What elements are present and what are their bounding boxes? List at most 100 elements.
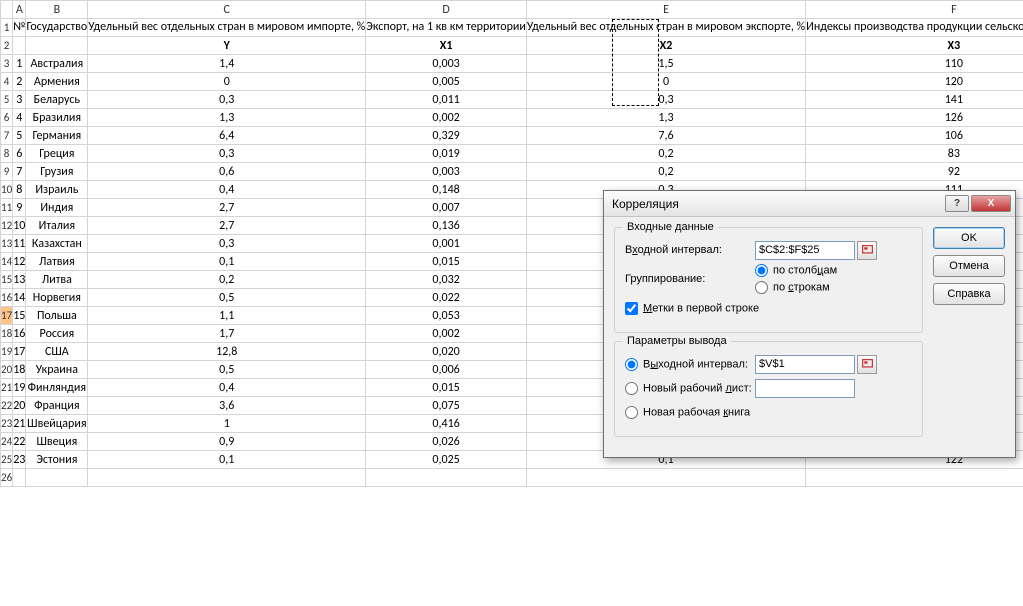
cell-x1[interactable]: 0,148 (366, 181, 527, 199)
column-header-A[interactable]: A (13, 1, 26, 19)
help-button[interactable]: Справка (933, 283, 1005, 305)
cell-num[interactable]: 18 (13, 361, 26, 379)
cell-x1[interactable]: 0,019 (366, 145, 527, 163)
by-columns-radio[interactable]: по столбцам (755, 264, 837, 277)
cell-y[interactable]: 0 (88, 73, 366, 91)
var-x2[interactable]: X2 (526, 37, 805, 55)
cell-y[interactable]: 2,7 (88, 217, 366, 235)
row-header-13[interactable]: 13 (1, 235, 13, 253)
dialog-titlebar[interactable]: Корреляция ? X (604, 191, 1015, 217)
cell-country[interactable]: Финляндия (26, 379, 88, 397)
cell-num[interactable]: 22 (13, 433, 26, 451)
cell-country[interactable]: Литва (26, 271, 88, 289)
cell-x3[interactable]: 92 (806, 163, 1023, 181)
cell-x2[interactable]: 1,5 (526, 55, 805, 73)
cell[interactable] (26, 37, 88, 55)
cell-y[interactable]: 0,3 (88, 145, 366, 163)
cell-country[interactable]: Польша (26, 307, 88, 325)
row-header-14[interactable]: 14 (1, 253, 13, 271)
cell-country[interactable]: Швеция (26, 433, 88, 451)
column-header-C[interactable]: C (88, 1, 366, 19)
cell-x3[interactable]: 106 (806, 127, 1023, 145)
cell-country[interactable]: США (26, 343, 88, 361)
ok-button[interactable]: OK (933, 227, 1005, 249)
cell-x2[interactable]: 0 (526, 73, 805, 91)
output-range-ref-button[interactable] (857, 355, 877, 374)
row-header-20[interactable]: 20 (1, 361, 13, 379)
output-range-field[interactable] (755, 355, 855, 374)
cell-num[interactable]: 17 (13, 343, 26, 361)
row-header-18[interactable]: 18 (1, 325, 13, 343)
cell-country[interactable]: Германия (26, 127, 88, 145)
cell-y[interactable]: 0,3 (88, 91, 366, 109)
cell-x1[interactable]: 0,025 (366, 451, 527, 469)
empty-cell[interactable] (366, 469, 527, 487)
cell-num[interactable]: 11 (13, 235, 26, 253)
cell-y[interactable]: 1,1 (88, 307, 366, 325)
cell-y[interactable]: 0,4 (88, 379, 366, 397)
row-header-7[interactable]: 7 (1, 127, 13, 145)
cell-x2[interactable]: 0,3 (526, 91, 805, 109)
select-all-corner[interactable] (1, 1, 13, 19)
cell-x1[interactable]: 0,032 (366, 271, 527, 289)
cell-num[interactable]: 13 (13, 271, 26, 289)
cell-x2[interactable]: 1,3 (526, 109, 805, 127)
cell-y[interactable]: 12,8 (88, 343, 366, 361)
cell-y[interactable]: 0,1 (88, 253, 366, 271)
input-range-ref-button[interactable] (857, 241, 877, 260)
column-header-F[interactable]: F (806, 1, 1023, 19)
cell-num[interactable]: 9 (13, 199, 26, 217)
cell-x1[interactable]: 0,005 (366, 73, 527, 91)
cell-y[interactable]: 2,7 (88, 199, 366, 217)
cell-x1[interactable]: 0,011 (366, 91, 527, 109)
row-header-17[interactable]: 17 (1, 307, 13, 325)
empty-cell[interactable] (13, 469, 26, 487)
cell-num[interactable]: 15 (13, 307, 26, 325)
cell-x1[interactable]: 0,416 (366, 415, 527, 433)
cell-country[interactable]: Латвия (26, 253, 88, 271)
empty-cell[interactable] (806, 469, 1023, 487)
cell-x1[interactable]: 0,136 (366, 217, 527, 235)
column-header-B[interactable]: B (26, 1, 88, 19)
new-book-radio[interactable]: Новая рабочая книга (625, 406, 750, 419)
cell-country[interactable]: Казахстан (26, 235, 88, 253)
row-header-22[interactable]: 22 (1, 397, 13, 415)
cell-num[interactable]: 3 (13, 91, 26, 109)
row-header-2[interactable]: 2 (1, 37, 13, 55)
cell-x1[interactable]: 0,329 (366, 127, 527, 145)
empty-cell[interactable] (526, 469, 805, 487)
row-header-6[interactable]: 6 (1, 109, 13, 127)
cell-y[interactable]: 0,5 (88, 289, 366, 307)
cell-x1[interactable]: 0,002 (366, 325, 527, 343)
cell-x1[interactable]: 0,053 (366, 307, 527, 325)
cell-x3[interactable]: 120 (806, 73, 1023, 91)
row-header-16[interactable]: 16 (1, 289, 13, 307)
cell-country[interactable]: Израиль (26, 181, 88, 199)
cell-y[interactable]: 0,6 (88, 163, 366, 181)
cell-num[interactable]: 8 (13, 181, 26, 199)
cell-x3[interactable]: 83 (806, 145, 1023, 163)
cell-y[interactable]: 0,1 (88, 451, 366, 469)
cell-country[interactable]: Италия (26, 217, 88, 235)
output-range-radio[interactable]: Выходной интервал: (625, 358, 755, 371)
cell-y[interactable]: 0,4 (88, 181, 366, 199)
cell-y[interactable]: 3,6 (88, 397, 366, 415)
cell-x1[interactable]: 0,002 (366, 109, 527, 127)
cell-country[interactable]: Индия (26, 199, 88, 217)
new-sheet-field[interactable] (755, 379, 855, 398)
var-y[interactable]: Y (88, 37, 366, 55)
cell-x3[interactable]: 141 (806, 91, 1023, 109)
by-rows-radio[interactable]: по строкам (755, 281, 837, 294)
cell-x3[interactable]: 110 (806, 55, 1023, 73)
cell-x1[interactable]: 0,020 (366, 343, 527, 361)
cell-num[interactable]: 5 (13, 127, 26, 145)
row-header-24[interactable]: 24 (1, 433, 13, 451)
cell-x1[interactable]: 0,075 (366, 397, 527, 415)
column-header-D[interactable]: D (366, 1, 527, 19)
cell-num[interactable]: 16 (13, 325, 26, 343)
cell-y[interactable]: 0,5 (88, 361, 366, 379)
cell-country[interactable]: Армения (26, 73, 88, 91)
cell-num[interactable]: 10 (13, 217, 26, 235)
var-x1[interactable]: X1 (366, 37, 527, 55)
cell-x1[interactable]: 0,007 (366, 199, 527, 217)
